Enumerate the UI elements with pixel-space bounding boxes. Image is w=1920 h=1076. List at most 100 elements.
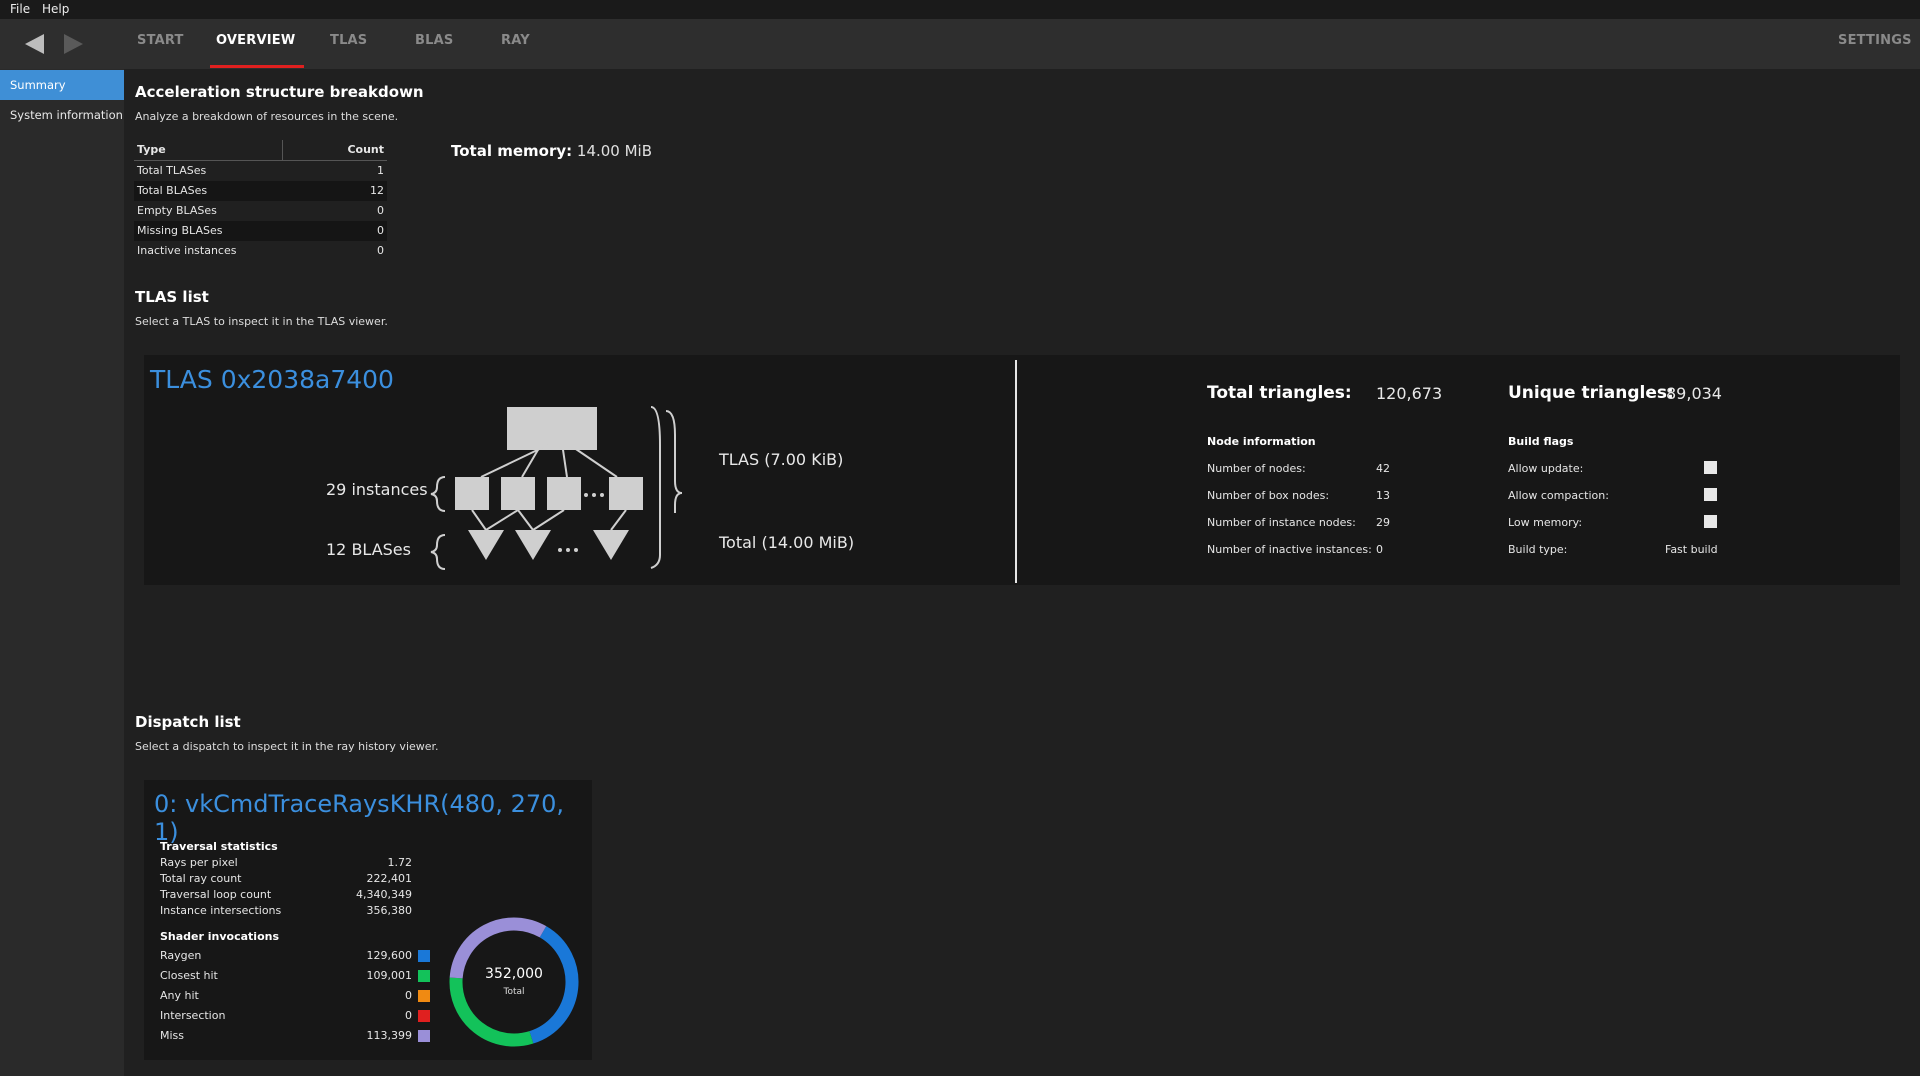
dispatch-name-link[interactable]: 0: vkCmdTraceRaysKHR(480, 270, 1)	[154, 790, 592, 846]
row-count: 0	[377, 204, 384, 217]
row-type: Total TLASes	[137, 164, 207, 177]
allow-update-checkbox[interactable]	[1704, 461, 1717, 474]
shader-label: Any hit	[160, 989, 199, 1002]
tlas-name-link[interactable]: TLAS 0x2038a7400	[150, 365, 394, 394]
nav-bar: START OVERVIEW TLAS BLAS RAY SETTINGS	[0, 19, 1920, 69]
traversal-stat-value: 1.72	[387, 856, 413, 869]
row-count: 12	[370, 184, 384, 197]
dispatch-list-subtitle: Select a dispatch to inspect it in the r…	[135, 740, 439, 753]
shader-label: Intersection	[160, 1009, 226, 1022]
column-header-type[interactable]: Type	[137, 140, 166, 160]
total-memory: Total memory: 14.00 MiB	[451, 142, 652, 160]
shader-label: Raygen	[160, 949, 202, 962]
blas-triangle	[468, 530, 504, 560]
column-header-count[interactable]: Count	[347, 140, 384, 160]
tlas-size-label: TLAS (7.00 KiB)	[719, 450, 844, 469]
shader-value: 129,600	[366, 949, 413, 962]
closest-hit-legend-swatch	[418, 970, 430, 982]
build-flag-label: Low memory:	[1508, 516, 1583, 529]
donut-slice-raygen	[529, 926, 579, 1044]
shader-invocations-title: Shader invocations	[160, 930, 280, 943]
sidebar-item-system-information[interactable]: System information	[0, 100, 124, 130]
shader-value: 0	[405, 989, 412, 1002]
back-arrow-icon[interactable]	[22, 31, 48, 57]
tlas-list-subtitle: Select a TLAS to inspect it in the TLAS …	[135, 315, 388, 328]
breakdown-table: Type Count Total TLASes 1 Total BLASes 1…	[134, 140, 387, 261]
instance-node	[501, 477, 535, 510]
tlas-hierarchy-diagram	[430, 406, 683, 570]
node-info-label: Number of inactive instances:	[1207, 543, 1372, 556]
blas-triangle	[593, 530, 629, 560]
instances-label: 29 instances	[326, 480, 428, 499]
table-row[interactable]: Empty BLASes 0	[134, 201, 387, 221]
traversal-stat-label: Instance intersections	[160, 904, 282, 917]
card-divider	[1015, 360, 1017, 583]
row-type: Inactive instances	[137, 244, 237, 257]
blases-label: 12 BLASes	[326, 540, 411, 559]
row-count: 0	[377, 244, 384, 257]
table-row[interactable]: Total TLASes 1	[134, 161, 387, 181]
tlas-list-title: TLAS list	[135, 288, 209, 306]
tab-settings[interactable]: SETTINGS	[1838, 33, 1912, 48]
node-info-value: 29	[1376, 516, 1390, 529]
tab-overview[interactable]: OVERVIEW	[216, 33, 295, 48]
dispatch-list-title: Dispatch list	[135, 713, 241, 731]
menu-help[interactable]: Help	[42, 2, 69, 16]
build-type-label: Build type:	[1508, 543, 1568, 556]
node-info-value: 42	[1376, 462, 1390, 475]
raygen-legend-swatch	[418, 950, 430, 962]
shader-value: 109,001	[366, 969, 413, 982]
traversal-statistics-title: Traversal statistics	[160, 840, 278, 853]
menu-bar: File Help	[0, 0, 1920, 19]
build-flag-label: Allow compaction:	[1508, 489, 1609, 502]
build-flags-title: Build flags	[1508, 435, 1574, 448]
row-count: 1	[377, 164, 384, 177]
traversal-stat-value: 356,380	[366, 904, 413, 917]
build-flag-label: Allow update:	[1508, 462, 1584, 475]
unique-triangles-label: Unique triangles:	[1508, 383, 1674, 403]
breakdown-subtitle: Analyze a breakdown of resources in the …	[135, 110, 399, 123]
donut-total-value: 352,000	[485, 966, 543, 982]
tlas-card[interactable]: TLAS 0x2038a7400 29 instances 12 BLASes …	[144, 355, 1900, 585]
tab-tlas[interactable]: TLAS	[330, 33, 367, 48]
total-memory-label: Total memory:	[451, 142, 573, 160]
tab-blas[interactable]: BLAS	[415, 33, 453, 48]
table-row[interactable]: Total BLASes 12	[134, 181, 387, 201]
active-tab-indicator	[210, 65, 304, 68]
total-triangles-label: Total triangles:	[1207, 383, 1352, 403]
row-type: Total BLASes	[137, 184, 208, 197]
row-type: Missing BLASes	[137, 224, 223, 237]
allow-compaction-checkbox[interactable]	[1704, 488, 1717, 501]
node-info-label: Number of instance nodes:	[1207, 516, 1356, 529]
tab-ray[interactable]: RAY	[501, 33, 530, 48]
table-row[interactable]: Inactive instances 0	[134, 241, 387, 261]
instance-node	[609, 477, 643, 510]
dispatch-card[interactable]: 0: vkCmdTraceRaysKHR(480, 270, 1) Traver…	[144, 780, 592, 1060]
low-memory-checkbox[interactable]	[1704, 515, 1717, 528]
instance-node	[455, 477, 489, 510]
node-info-label: Number of nodes:	[1207, 462, 1306, 475]
shader-value: 0	[405, 1009, 412, 1022]
forward-arrow-icon[interactable]	[60, 31, 86, 57]
sidebar-item-summary[interactable]: Summary	[0, 70, 124, 100]
unique-triangles-value: 89,034	[1666, 384, 1722, 403]
node-info-value: 0	[1376, 543, 1383, 556]
build-type-value: Fast build	[1665, 543, 1718, 556]
sidebar: Summary System information	[0, 69, 124, 1076]
miss-legend-swatch	[418, 1030, 430, 1042]
shader-value: 113,399	[366, 1029, 413, 1042]
total-size-label: Total (14.00 MiB)	[719, 533, 855, 552]
row-count: 0	[377, 224, 384, 237]
total-triangles-value: 120,673	[1376, 384, 1443, 403]
menu-file[interactable]: File	[10, 2, 30, 16]
breakdown-title: Acceleration structure breakdown	[135, 83, 424, 101]
donut-total-label: Total	[503, 987, 525, 997]
any-hit-legend-swatch	[418, 990, 430, 1002]
table-row[interactable]: Missing BLASes 0	[134, 221, 387, 241]
tab-start[interactable]: START	[137, 33, 184, 48]
instance-node	[547, 477, 581, 510]
blas-triangle	[515, 530, 551, 560]
node-info-value: 13	[1376, 489, 1390, 502]
table-header: Type Count	[134, 140, 387, 161]
traversal-stat-label: Rays per pixel	[160, 856, 238, 869]
